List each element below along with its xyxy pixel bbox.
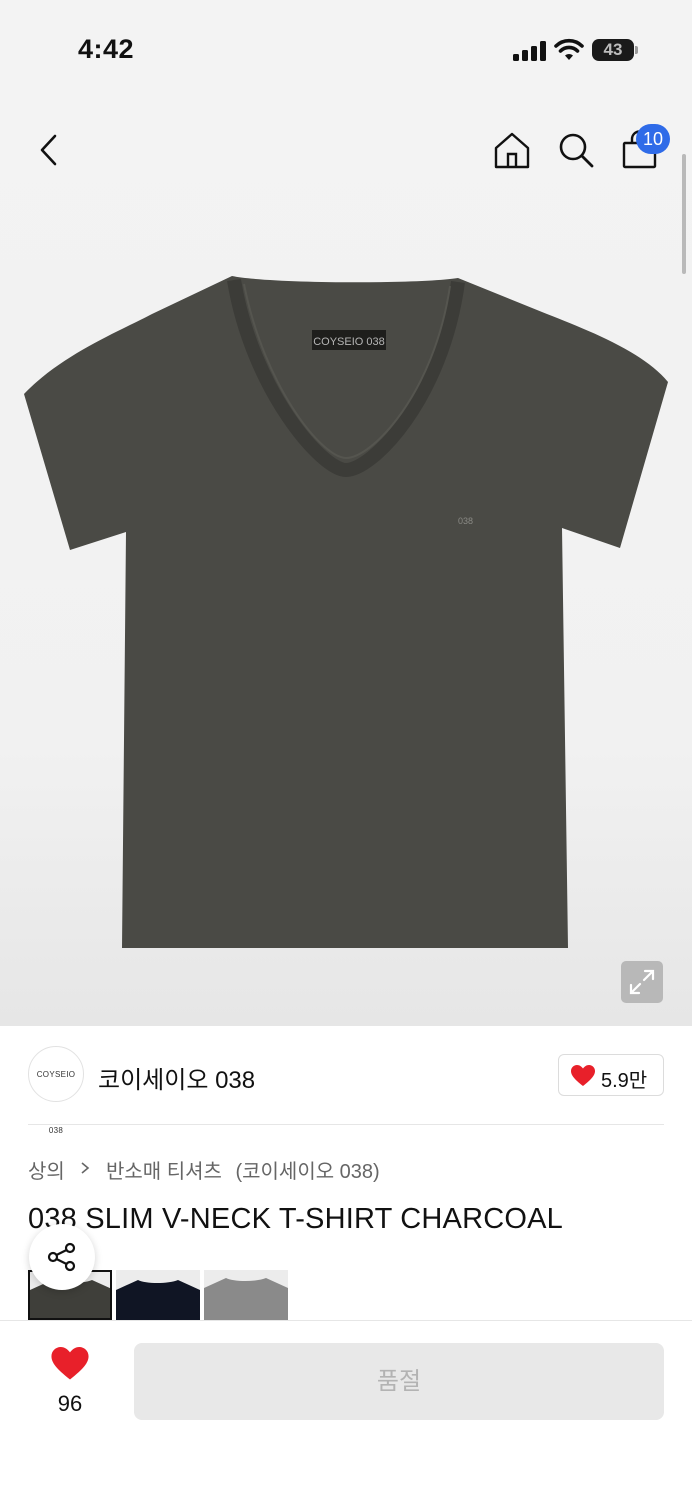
brand-row[interactable]: COYSEIO 038 코이세이오 038 5.9만 [28, 1046, 664, 1135]
home-icon[interactable] [492, 130, 532, 170]
product-image-area[interactable]: 10 COYSEIO 038 038 [0, 100, 692, 1026]
share-icon [47, 1242, 76, 1272]
color-swatch-navy[interactable] [116, 1270, 200, 1320]
product-title: 038 SLIM V-NECK T-SHIRT CHARCOAL [28, 1203, 564, 1235]
breadcrumb-category[interactable]: 상의 [28, 1155, 65, 1184]
sold-out-button[interactable]: 품절 [134, 1343, 664, 1420]
tshirt-product-image: COYSEIO 038 038 [24, 276, 668, 948]
brand-logo[interactable]: COYSEIO 038 [28, 1046, 84, 1135]
battery-level: 43 [603, 40, 623, 59]
breadcrumb-subcategory[interactable]: 반소매 티셔츠 [106, 1155, 222, 1184]
tshirt-neck-label-text: COYSEIO 038 [313, 336, 385, 348]
tshirt-chest-print: 038 [458, 516, 473, 526]
expand-image-button[interactable] [621, 961, 663, 1003]
color-swatch-gray[interactable] [204, 1270, 288, 1320]
tshirt-shape [24, 276, 668, 948]
breadcrumb-brand[interactable]: (코이세이오 038) [235, 1155, 379, 1184]
heart-icon [571, 1065, 595, 1086]
share-button[interactable] [29, 1224, 95, 1290]
cellular-signal-icon [513, 41, 546, 61]
status-time: 4:42 [78, 34, 135, 64]
swatch-shirt-gray [204, 1278, 288, 1320]
brand-name[interactable]: 코이세이오 038 [98, 1060, 255, 1095]
cart-count-badge: 10 [636, 124, 670, 154]
chevron-right-icon [81, 1162, 90, 1174]
wifi-icon [554, 38, 584, 60]
back-arrow-icon[interactable] [34, 132, 64, 168]
bottom-action-bar: 96 품절 [0, 1320, 692, 1500]
breadcrumb: 상의 반소매 티셔츠 (코이세이오 038) [28, 1155, 380, 1183]
heart-icon [51, 1347, 89, 1380]
battery-nub [635, 46, 638, 54]
expand-icon [629, 969, 655, 995]
search-icon[interactable] [556, 130, 596, 170]
battery-indicator: 43 [592, 39, 638, 61]
wishlist-button[interactable]: 96 [34, 1345, 106, 1425]
swatch-shirt-navy [116, 1280, 200, 1320]
scrollbar[interactable] [682, 154, 686, 274]
wishlist-count: 96 [57, 1391, 83, 1416]
brand-like-count: 5.9만 [601, 1070, 648, 1092]
brand-like-button[interactable]: 5.9만 [558, 1054, 664, 1096]
section-divider [28, 1124, 664, 1125]
status-bar: 4:42 43 [0, 0, 692, 100]
